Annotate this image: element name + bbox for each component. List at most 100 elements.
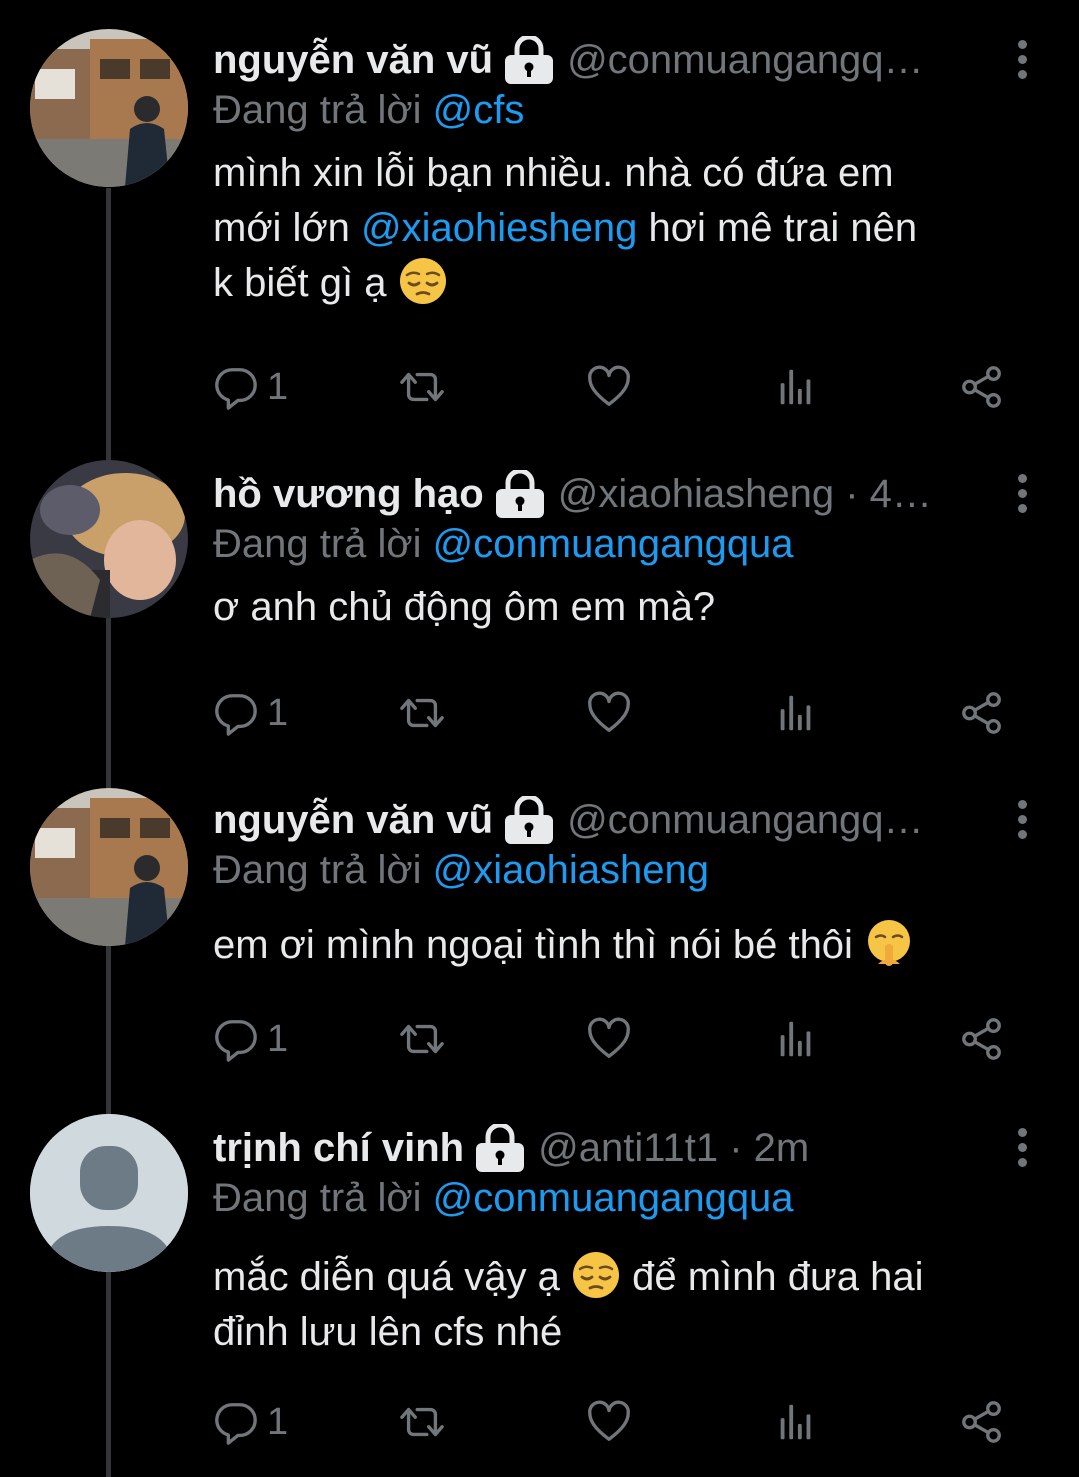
share-icon <box>959 690 1005 736</box>
views-button[interactable] <box>773 685 819 741</box>
avatar[interactable] <box>30 29 188 187</box>
reply-mention-link[interactable]: @conmuangangqua <box>433 522 794 566</box>
like-icon <box>586 364 632 410</box>
like-icon <box>586 1399 632 1445</box>
retweet-button[interactable] <box>399 359 445 415</box>
views-icon <box>773 1016 819 1062</box>
tweet-text-segment: k biết gì ạ <box>213 261 398 305</box>
like-button[interactable] <box>586 1011 632 1067</box>
tweet[interactable]: nguyễn văn vũ @conmuangangq… Đang trả lờ… <box>0 18 1079 438</box>
views-button[interactable] <box>773 1394 819 1450</box>
lock-icon <box>472 1124 528 1172</box>
like-button[interactable] <box>586 1394 632 1450</box>
tweet-text: mình xin lỗi bạn nhiều. nhà có đứa em mớ… <box>213 146 1043 311</box>
tweet-text-line: mình xin lỗi bạn nhiều. nhà có đứa em <box>213 151 894 195</box>
share-button[interactable] <box>959 1011 1005 1067</box>
tweet-text: em ơi mình ngoại tình thì nói bé thôi <box>213 918 1043 973</box>
replying-to: Đang trả lời @cfs <box>213 88 524 133</box>
user-handle[interactable]: @anti11t1 · 2m <box>538 1126 809 1171</box>
tweet[interactable]: trịnh chí vinh @anti11t1 · 2m Đang trả l… <box>0 1106 1079 1477</box>
more-icon[interactable] <box>1009 800 1035 848</box>
views-button[interactable] <box>773 359 819 415</box>
share-icon <box>959 1016 1005 1062</box>
tweet-text-line: mắc diễn quá vậy ạ để mình đưa hai <box>213 1250 1043 1305</box>
reply-mention-link[interactable]: @xiaohiasheng <box>433 848 709 892</box>
tweet-text: ơ anh chủ động ôm em mà? <box>213 580 1043 635</box>
photo-avatar-person <box>30 460 188 618</box>
more-icon[interactable] <box>1009 474 1035 522</box>
avatar[interactable] <box>30 460 188 618</box>
replying-to-label: Đang trả lời <box>213 1176 422 1220</box>
replying-to-label: Đang trả lời <box>213 848 422 892</box>
share-button[interactable] <box>959 1394 1005 1450</box>
like-button[interactable] <box>586 685 632 741</box>
share-icon <box>959 1399 1005 1445</box>
tweet[interactable]: nguyễn văn vũ @conmuangangq… Đang trả lờ… <box>0 778 1079 1098</box>
views-icon <box>773 690 819 736</box>
lock-icon <box>501 796 557 844</box>
retweet-button[interactable] <box>399 1394 445 1450</box>
views-button[interactable] <box>773 1011 819 1067</box>
retweet-icon <box>399 364 445 410</box>
reply-mention-link[interactable]: @conmuangangqua <box>433 1176 794 1220</box>
retweet-icon <box>399 1399 445 1445</box>
reply-button[interactable]: 1 <box>213 685 288 741</box>
pensive-emoji <box>398 256 448 306</box>
views-icon <box>773 364 819 410</box>
views-icon <box>773 1399 819 1445</box>
like-icon <box>586 690 632 736</box>
retweet-button[interactable] <box>399 685 445 741</box>
reply-button[interactable]: 1 <box>213 1394 288 1450</box>
like-icon <box>586 1016 632 1062</box>
tweet-text-line: mới lớn @xiaohiesheng hơi mê trai nên <box>213 201 1043 256</box>
user-handle[interactable]: @xiaohiasheng · 4… <box>558 472 932 517</box>
like-button[interactable] <box>586 359 632 415</box>
more-icon[interactable] <box>1009 1128 1035 1176</box>
reply-icon <box>213 364 259 410</box>
retweet-icon <box>399 690 445 736</box>
tweet-text-segment: em ơi mình ngoại tình thì nói bé thôi <box>213 923 865 967</box>
user-handle[interactable]: @conmuangangq… <box>567 798 923 843</box>
reply-button[interactable]: 1 <box>213 359 288 415</box>
display-name[interactable]: nguyễn văn vũ <box>213 38 493 83</box>
lock-icon <box>501 36 557 84</box>
reply-count: 1 <box>267 1017 289 1060</box>
replying-to: Đang trả lời @xiaohiasheng <box>213 848 709 893</box>
reply-count: 1 <box>267 1400 289 1443</box>
display-name[interactable]: hồ vương hạo <box>213 472 484 517</box>
retweet-icon <box>399 1016 445 1062</box>
display-name[interactable]: trịnh chí vinh <box>213 1126 464 1171</box>
tweet-text-segment: mới lớn <box>213 206 362 250</box>
shushing-emoji <box>864 918 914 968</box>
share-button[interactable] <box>959 359 1005 415</box>
retweet-button[interactable] <box>399 1011 445 1067</box>
photo-avatar-house <box>30 29 188 187</box>
tweet-text-line: ơ anh chủ động ôm em mà? <box>213 585 716 629</box>
more-icon[interactable] <box>1009 40 1035 88</box>
lock-icon <box>492 470 548 518</box>
replying-to: Đang trả lời @conmuangangqua <box>213 1176 794 1221</box>
avatar[interactable] <box>30 1114 188 1272</box>
display-name[interactable]: nguyễn văn vũ <box>213 798 493 843</box>
pensive-emoji <box>571 1250 621 1300</box>
tweet-text-segment: hơi mê trai nên <box>637 206 918 250</box>
tweet-text-line: em ơi mình ngoại tình thì nói bé thôi <box>213 918 1043 973</box>
default-avatar <box>30 1114 188 1272</box>
avatar[interactable] <box>30 788 188 946</box>
replying-to: Đang trả lời @conmuangangqua <box>213 522 794 567</box>
share-icon <box>959 364 1005 410</box>
photo-avatar-house <box>30 788 188 946</box>
tweet-text: mắc diễn quá vậy ạ để mình đưa hai đỉnh … <box>213 1250 1043 1360</box>
replying-to-label: Đang trả lời <box>213 522 422 566</box>
user-handle[interactable]: @conmuangangq… <box>567 38 923 83</box>
reply-icon <box>213 1016 259 1062</box>
tweet-text-segment: mắc diễn quá vậy ạ <box>213 1255 571 1299</box>
reply-mention-link[interactable]: @cfs <box>433 88 525 132</box>
mention-link[interactable]: @xiaohiesheng <box>361 206 637 250</box>
tweet[interactable]: hồ vương hạo @xiaohiasheng · 4… Đang trả… <box>0 452 1079 772</box>
share-button[interactable] <box>959 685 1005 741</box>
reply-count: 1 <box>267 691 289 734</box>
reply-icon <box>213 690 259 736</box>
reply-button[interactable]: 1 <box>213 1011 288 1067</box>
tweet-text-line: đỉnh lưu lên cfs nhé <box>213 1310 563 1354</box>
